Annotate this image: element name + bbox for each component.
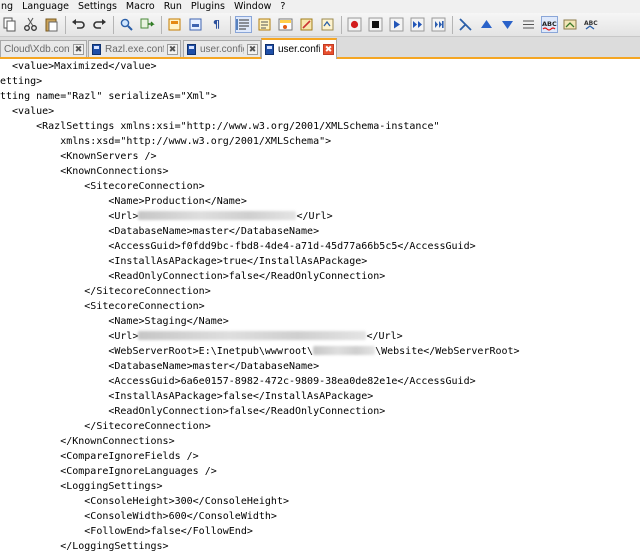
spell-check-icon[interactable]: ABC [541, 16, 558, 33]
code-line: <DatabaseName>master</DatabaseName> [0, 361, 320, 372]
code-line: <InstallAsAPackage>false</InstallAsAPack… [0, 391, 374, 402]
code-line: <SitecoreConnection> [0, 181, 205, 192]
code-line: <ConsoleHeight>300</ConsoleHeight> [0, 496, 289, 507]
save-macro-icon[interactable] [430, 16, 447, 33]
code-line: </LoggingSettings> [0, 541, 169, 552]
up-icon[interactable] [478, 16, 495, 33]
word-wrap-icon[interactable] [235, 16, 252, 33]
tab-user-config-active[interactable]: user.config ✖ [261, 38, 337, 59]
paste-icon[interactable] [43, 16, 60, 33]
replace-icon[interactable] [139, 16, 156, 33]
down-icon[interactable] [499, 16, 516, 33]
menu-macro[interactable]: Macro [126, 1, 155, 13]
function-list-icon[interactable] [277, 16, 294, 33]
close-icon[interactable]: ✖ [73, 43, 84, 55]
file-icon [92, 43, 101, 55]
code-line: <CompareIgnoreLanguages /> [0, 466, 217, 477]
tab-label: user.config [278, 44, 320, 55]
code-line: </SitecoreConnection> [0, 421, 211, 432]
tab-label: user.config [200, 43, 244, 55]
code-line: <RazlSettings xmlns:xsi="http://www.w3.o… [0, 121, 440, 132]
code-line: <value> [0, 106, 55, 117]
comment-icon[interactable] [457, 16, 474, 33]
menu-window[interactable]: Window [234, 1, 271, 13]
code-line: <InstallAsAPackage>true</InstallAsAPacka… [0, 256, 368, 267]
code-line-url: <Url> </Url> [0, 211, 333, 222]
toolbar-separator [452, 15, 453, 34]
svg-text:ABC: ABC [542, 20, 557, 28]
menu-help[interactable]: ? [280, 1, 285, 13]
monitoring-icon[interactable] [319, 16, 336, 33]
code-line: <LoggingSettings> [0, 481, 163, 492]
code-line: <CompareIgnoreFields /> [0, 451, 199, 462]
find-icon[interactable] [118, 16, 135, 33]
menu-encoding[interactable]: ng [1, 1, 13, 13]
code-line: <value>Maximized</value> [0, 61, 157, 72]
code-line: xmlns:xsd="http://www.w3.org/2001/XMLSch… [0, 136, 332, 147]
spell-settings-icon[interactable]: ABC [583, 16, 600, 33]
undo-icon[interactable] [70, 16, 87, 33]
code-line: <SitecoreConnection> [0, 301, 205, 312]
code-line: <AccessGuid>6a6e0157-8982-472c-9809-38ea… [0, 376, 476, 387]
close-icon[interactable]: ✖ [323, 44, 334, 55]
code-line: etting> [0, 76, 43, 87]
record-macro-icon[interactable] [346, 16, 363, 33]
code-line: <ReadOnlyConnection>false</ReadOnlyConne… [0, 271, 386, 282]
code-line: tting name="Razl" serializeAs="Xml"> [0, 91, 217, 102]
zoom-out-icon[interactable] [187, 16, 204, 33]
tab-user-config-1[interactable]: user.config ✖ [183, 40, 261, 57]
code-line: <KnownConnections> [0, 166, 169, 177]
play-multiple-icon[interactable] [409, 16, 426, 33]
toolbar-separator [230, 15, 231, 34]
code-line: <FollowEnd>false</FollowEnd> [0, 526, 253, 537]
toolbar-separator [65, 15, 66, 34]
menu-run[interactable]: Run [164, 1, 182, 13]
menu-settings[interactable]: Settings [78, 1, 117, 13]
tab-razl-exe-config[interactable]: Razl.exe.config ✖ [88, 40, 181, 57]
code-line: <AccessGuid>f0fdd9bc-fbd8-4de4-a71d-45d7… [0, 241, 476, 252]
close-icon[interactable]: ✖ [167, 43, 178, 55]
code-line: </KnownConnections> [0, 436, 175, 447]
menu-language[interactable]: Language [22, 1, 69, 13]
fold-icon[interactable] [520, 16, 537, 33]
tab-bar: Cloud\Xdb.config ✖ Razl.exe.config ✖ use… [0, 37, 640, 59]
close-icon[interactable]: ✖ [247, 43, 258, 55]
code-line: <ReadOnlyConnection>false</ReadOnlyConne… [0, 406, 386, 417]
file-icon [265, 44, 274, 55]
redacted-url [138, 211, 297, 220]
zoom-in-icon[interactable] [166, 16, 183, 33]
redo-icon[interactable] [91, 16, 108, 33]
toolbar-separator [161, 15, 162, 34]
folder-as-workspace-icon[interactable] [298, 16, 315, 33]
show-all-characters-icon[interactable]: ¶ [208, 16, 225, 33]
editor-text-area[interactable]: <value>Maximized</value> etting> tting n… [0, 59, 640, 555]
code-line: <ConsoleWidth>600</ConsoleWidth> [0, 511, 277, 522]
menu-plugins[interactable]: Plugins [191, 1, 225, 13]
menu-bar: ng Language Settings Macro Run Plugins W… [0, 0, 640, 13]
tab-label: Cloud\Xdb.config [4, 43, 70, 55]
code-line: <DatabaseName>master</DatabaseName> [0, 226, 320, 237]
toolbar: ¶ ABC ABC [0, 13, 640, 37]
redacted-url [138, 331, 367, 340]
toolbar-separator [341, 15, 342, 34]
code-line: </SitecoreConnection> [0, 286, 211, 297]
redacted-site-folder [313, 346, 376, 355]
svg-text:ABC: ABC [584, 20, 598, 27]
file-icon [187, 43, 196, 55]
tab-label: Razl.exe.config [105, 43, 164, 55]
tab-cloud-xdb-config[interactable]: Cloud\Xdb.config ✖ [0, 40, 87, 57]
code-line: <Name>Staging</Name> [0, 316, 229, 327]
code-line: <KnownServers /> [0, 151, 157, 162]
toolbar-separator [113, 15, 114, 34]
play-macro-icon[interactable] [388, 16, 405, 33]
spell-next-icon[interactable] [562, 16, 579, 33]
stop-recording-icon[interactable] [367, 16, 384, 33]
cut-icon[interactable] [22, 16, 39, 33]
code-line-webserverroot: <WebServerRoot>E:\Inetpub\wwwroot\ \Websi… [0, 346, 520, 357]
document-map-icon[interactable] [256, 16, 273, 33]
code-line: <Name>Production</Name> [0, 196, 247, 207]
code-line-url: <Url> </Url> [0, 331, 403, 342]
copy-icon[interactable] [1, 16, 18, 33]
